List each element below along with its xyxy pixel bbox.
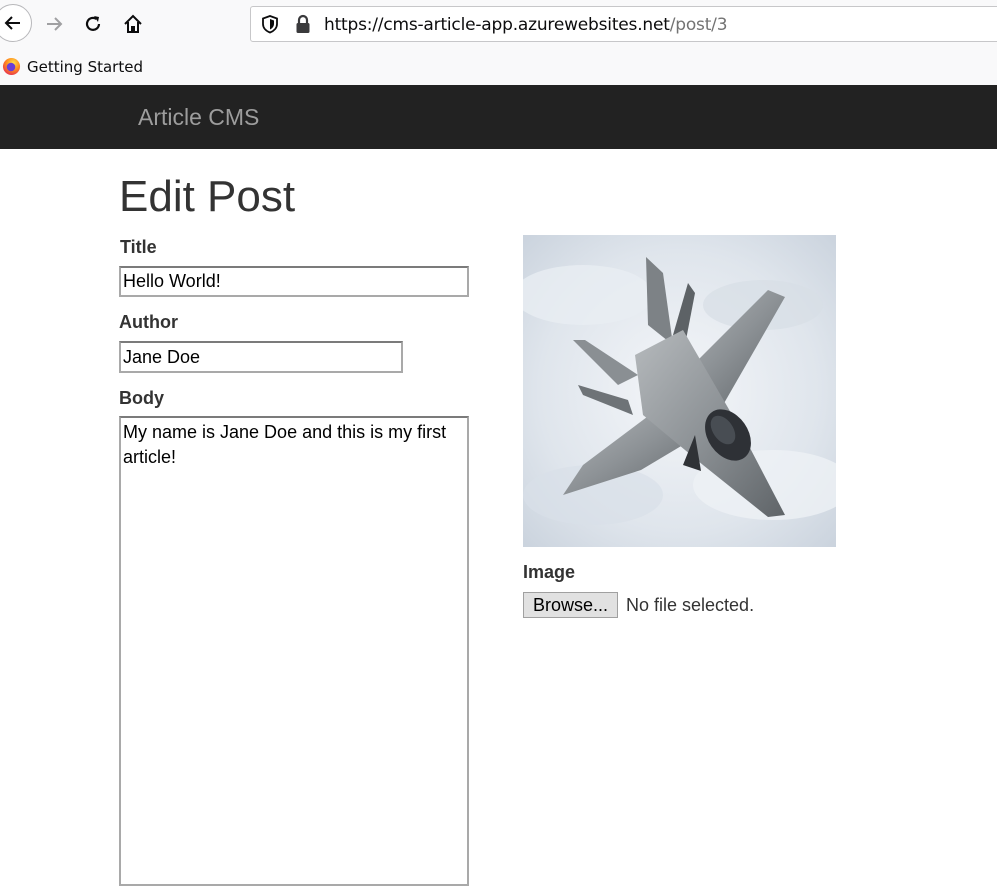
image-label: Image: [523, 562, 576, 582]
browser-toolbar: https://cms-article-app.azurewebsites.ne…: [0, 0, 997, 50]
body-textarea[interactable]: My name is Jane Doe and this is my first…: [119, 416, 469, 886]
back-button[interactable]: [0, 4, 32, 42]
brand-link[interactable]: Article CMS: [138, 104, 259, 131]
back-arrow-icon: [4, 16, 20, 30]
title-input[interactable]: [119, 266, 469, 297]
bookmarks-bar: Getting Started: [0, 50, 997, 85]
body-label: Body: [119, 388, 164, 408]
bookmark-getting-started[interactable]: Getting Started: [2, 57, 143, 76]
title-label: Title: [120, 237, 157, 257]
url-text[interactable]: https://cms-article-app.azurewebsites.ne…: [324, 15, 728, 35]
post-image: [523, 235, 836, 547]
reload-icon: [85, 16, 101, 31]
lock-icon[interactable]: [295, 14, 311, 34]
url-path: /post/3: [669, 15, 728, 35]
url-host: https://cms-article-app.azurewebsites.ne…: [324, 15, 670, 35]
author-label: Author: [119, 312, 178, 332]
forward-arrow-icon: [47, 17, 63, 31]
page-title: Edit Post: [119, 172, 296, 221]
forward-button[interactable]: [36, 4, 72, 44]
home-button[interactable]: [115, 4, 151, 44]
url-bar[interactable]: https://cms-article-app.azurewebsites.ne…: [250, 6, 997, 42]
site-navbar: Article CMS: [0, 85, 997, 149]
bookmark-label: Getting Started: [27, 57, 143, 76]
author-input[interactable]: [119, 341, 403, 373]
file-status: No file selected.: [626, 595, 755, 615]
tracking-protection-shield-icon[interactable]: [261, 14, 279, 34]
browse-button[interactable]: Browse...: [523, 592, 618, 618]
firefox-logo-icon: [2, 57, 21, 76]
home-icon: [124, 14, 142, 33]
reload-button[interactable]: [75, 4, 111, 44]
